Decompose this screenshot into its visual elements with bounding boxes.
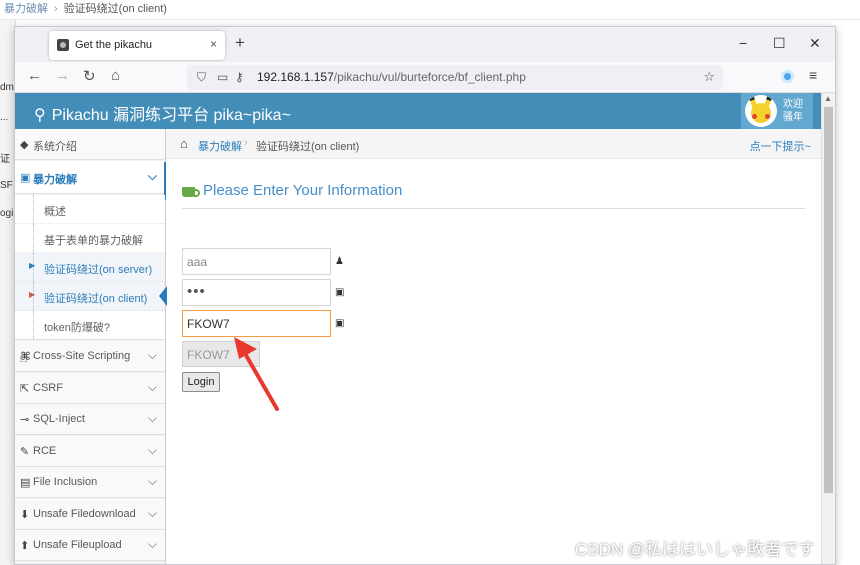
reload-button[interactable]: ↻ (83, 67, 96, 85)
forward-button[interactable]: → (55, 67, 70, 84)
background-app-header: 暴力破解 › 验证码绕过(on client) (0, 0, 860, 20)
watermark: CSDN @私ははいしゃ敗者です (575, 540, 816, 559)
tab-bar: Get the pikachu × + − ☐ ✕ (15, 27, 835, 62)
extension-icon[interactable] (781, 70, 794, 83)
background-fragment: ... (0, 112, 9, 123)
navigation-bar: ← → ↻ ⌂ ⛉ ▭ ⚷ 192.168.1.157/pikachu/vul/… (15, 62, 835, 93)
shield-icon[interactable]: ⛉ (197, 70, 206, 85)
url-text[interactable]: 192.168.1.157/pikachu/vul/burteforce/bf_… (257, 70, 526, 84)
close-icon[interactable]: × (210, 37, 217, 51)
home-button[interactable]: ⌂ (111, 67, 120, 84)
menu-icon[interactable]: ≡ (809, 67, 817, 83)
scroll-up-icon[interactable]: ▲ (824, 94, 832, 103)
page-scrollbar[interactable]: ▲ (821, 93, 835, 564)
background-app-right (836, 20, 860, 565)
background-fragment: 证 (0, 154, 10, 165)
background-crumb-link[interactable]: 暴力破解 (4, 3, 48, 15)
minimize-button[interactable]: − (739, 35, 747, 51)
background-fragment: dm (0, 82, 14, 93)
browser-window: Get the pikachu × + − ☐ ✕ ← → ↻ ⌂ ⛉ ▭ ⚷ … (14, 26, 836, 565)
url-path: /pikachu/vul/burteforce/bf_client.php (333, 70, 526, 84)
url-host: 192.168.1.157 (257, 70, 334, 84)
bookmark-star-icon[interactable]: ☆ (703, 69, 715, 85)
maximize-button[interactable]: ☐ (773, 35, 786, 52)
background-fragment: SF (0, 180, 13, 191)
annotation-arrow (234, 337, 279, 411)
new-tab-button[interactable]: + (235, 33, 245, 53)
tab-title: Get the pikachu (75, 39, 153, 51)
scrollbar-thumb[interactable] (824, 107, 833, 493)
key-icon[interactable]: ⚷ (235, 70, 244, 84)
page-viewport: ⚲ Pikachu 漏洞练习平台 pika~pika~ 欢迎 骚年 ◆ 系统介绍 … (15, 93, 835, 564)
close-window-button[interactable]: ✕ (809, 35, 821, 52)
page-info-icon[interactable]: ▭ (217, 70, 228, 84)
favicon-icon (57, 39, 69, 51)
back-button[interactable]: ← (27, 67, 42, 84)
hand-cursor-icon: ☝ (19, 349, 28, 365)
background-breadcrumb: 暴力破解 › 验证码绕过(on client) (4, 3, 167, 15)
browser-tab[interactable]: Get the pikachu × (49, 31, 225, 60)
address-bar[interactable]: ⛉ ▭ ⚷ 192.168.1.157/pikachu/vul/burtefor… (187, 65, 723, 90)
background-fragment: ogi (0, 208, 14, 219)
background-crumb-current: 验证码绕过(on client) (63, 3, 167, 15)
